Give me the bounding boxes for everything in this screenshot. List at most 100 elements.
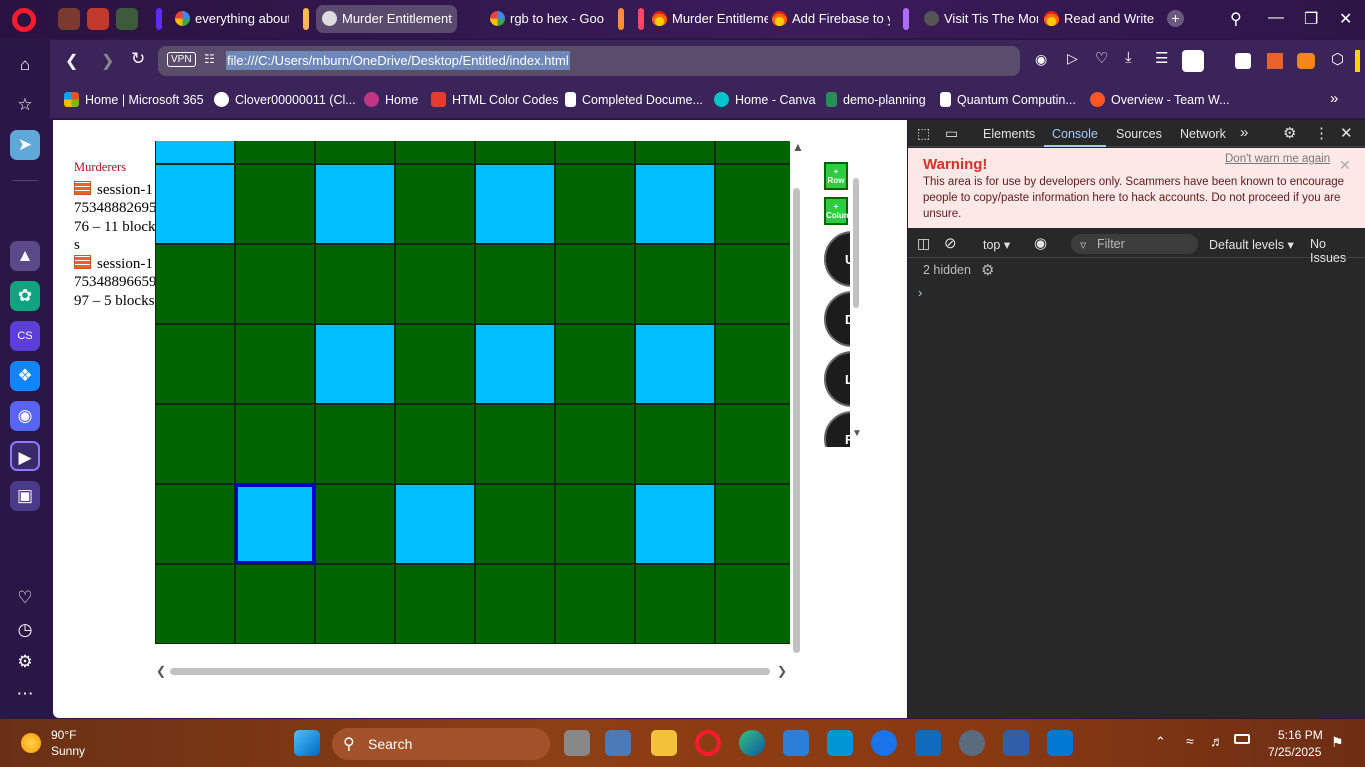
- down-button[interactable]: Down: [824, 291, 850, 347]
- grid-cell[interactable]: [475, 484, 555, 564]
- grid-cell[interactable]: [235, 404, 315, 484]
- bookmark-item[interactable]: Quantum Computin...: [940, 92, 1076, 107]
- task-view-icon[interactable]: [564, 730, 590, 756]
- grid-cell[interactable]: [155, 564, 235, 644]
- grid-cell[interactable]: [395, 484, 475, 564]
- grid-cell[interactable]: [475, 244, 555, 324]
- tab-everything-about[interactable]: everything about: [169, 5, 289, 33]
- bookmark-item[interactable]: Clover00000011 (Cl...: [214, 92, 356, 107]
- outlook-icon[interactable]: [915, 730, 941, 756]
- tab-murder-entitlement-firebase[interactable]: Murder Entitleme: [646, 5, 768, 33]
- weather-condition[interactable]: Sunny: [51, 744, 85, 758]
- extension-icon[interactable]: [1355, 50, 1360, 72]
- log-levels-select[interactable]: Default levels ▾: [1209, 237, 1294, 252]
- device-toolbar-icon[interactable]: ▭: [945, 125, 958, 142]
- grid-cell[interactable]: [635, 244, 715, 324]
- console-prompt[interactable]: ›: [918, 285, 922, 300]
- taskbar-search[interactable]: ⚲ Search: [332, 728, 550, 760]
- grid-cell[interactable]: [475, 564, 555, 644]
- grid-cell[interactable]: [635, 141, 715, 164]
- close-devtools-icon[interactable]: ✕: [1340, 124, 1353, 142]
- player-icon[interactable]: ▶: [10, 441, 40, 471]
- inspect-icon[interactable]: ⬚: [917, 125, 930, 142]
- clock-time[interactable]: 5:16 PM: [1278, 728, 1323, 742]
- tab-read-and-write[interactable]: Read and Write D: [1038, 5, 1156, 33]
- extension-icon[interactable]: [1182, 50, 1204, 72]
- download-icon[interactable]: ⤓: [1125, 49, 1132, 66]
- chatgpt-icon[interactable]: ✿: [10, 281, 40, 311]
- notepad-icon[interactable]: [1003, 730, 1029, 756]
- tab-console[interactable]: Console: [1052, 127, 1098, 141]
- grid-cell[interactable]: [715, 244, 790, 324]
- grid-cell[interactable]: [155, 141, 235, 164]
- pinned-tab-icon[interactable]: [87, 8, 109, 30]
- grid-cell[interactable]: [555, 164, 635, 244]
- address-bar[interactable]: VPN ☷ file:///C:/Users/mburn/OneDrive/De…: [158, 46, 1020, 76]
- tab-elements[interactable]: Elements: [983, 127, 1035, 141]
- bookmark-item[interactable]: Home: [364, 92, 418, 107]
- add-row-button[interactable]: + Row: [824, 162, 848, 190]
- star-icon[interactable]: ☆: [10, 90, 40, 120]
- grid-cell[interactable]: [235, 484, 315, 564]
- grid-cell[interactable]: [395, 164, 475, 244]
- grid-cell[interactable]: [395, 244, 475, 324]
- store-icon[interactable]: [783, 730, 809, 756]
- heart-icon[interactable]: ♡: [10, 583, 40, 613]
- forward-button[interactable]: ❯: [101, 51, 114, 71]
- grid-cell[interactable]: [235, 564, 315, 644]
- grid-cell[interactable]: [635, 564, 715, 644]
- more-icon[interactable]: ⋯: [10, 679, 40, 709]
- scroll-up-arrow[interactable]: ▲: [792, 140, 804, 154]
- dont-warn-link[interactable]: Don't warn me again: [1225, 151, 1330, 167]
- notifications-icon[interactable]: ⚑: [1331, 734, 1344, 751]
- restore-button[interactable]: ❐: [1304, 9, 1318, 29]
- bookmark-item[interactable]: Home | Microsoft 365: [64, 92, 204, 107]
- live-expression-eye-icon[interactable]: ◉: [1034, 234, 1047, 252]
- tab-add-firebase[interactable]: Add Firebase to y: [766, 5, 890, 33]
- rocket-icon[interactable]: ➤: [10, 130, 40, 160]
- grid-cell[interactable]: [475, 404, 555, 484]
- opera-logo-icon[interactable]: [12, 8, 36, 32]
- grid-cell[interactable]: [395, 404, 475, 484]
- controls-scroll-down-arrow[interactable]: ▼: [852, 428, 862, 439]
- myhp-icon[interactable]: [827, 730, 853, 756]
- discord-icon[interactable]: ◉: [10, 401, 40, 431]
- heart-icon[interactable]: ♡: [1095, 49, 1108, 67]
- back-button[interactable]: ❮: [65, 51, 78, 71]
- add-column-button[interactable]: + Column: [824, 197, 850, 225]
- grid-cell[interactable]: [635, 404, 715, 484]
- more-options-icon[interactable]: ⋮: [1314, 124, 1329, 142]
- grid-cell[interactable]: [715, 404, 790, 484]
- more-tabs-icon[interactable]: »: [1240, 124, 1248, 141]
- pinned-tab-icon[interactable]: [58, 8, 80, 30]
- close-window-button[interactable]: ✕: [1339, 9, 1352, 29]
- easy-setup-icon[interactable]: ☰: [1155, 49, 1168, 67]
- search-tabs-icon[interactable]: ⚲: [1230, 9, 1242, 29]
- tab-network[interactable]: Network: [1180, 127, 1226, 141]
- grid-cell[interactable]: [715, 164, 790, 244]
- reload-button[interactable]: ↻: [131, 49, 145, 69]
- sun-icon[interactable]: [21, 733, 41, 753]
- grid-cell[interactable]: [555, 324, 635, 404]
- cs-icon[interactable]: CS: [10, 321, 40, 351]
- grid-cell[interactable]: [715, 564, 790, 644]
- grid-cell[interactable]: [395, 324, 475, 404]
- grid-cell[interactable]: [315, 164, 395, 244]
- more-bookmarks-icon[interactable]: »: [1330, 90, 1338, 107]
- tab-rgb-to-hex[interactable]: rgb to hex - Goo: [484, 5, 604, 33]
- edge-icon[interactable]: [739, 730, 765, 756]
- send-icon[interactable]: ▷: [1067, 50, 1078, 67]
- snapshot-icon[interactable]: ◉: [1035, 51, 1047, 68]
- aria-icon[interactable]: ▲: [10, 241, 40, 271]
- grid-cell[interactable]: [315, 484, 395, 564]
- grid-cell[interactable]: [715, 484, 790, 564]
- bookmark-item[interactable]: Overview - Team W...: [1090, 92, 1230, 107]
- vpn-badge[interactable]: VPN: [167, 52, 196, 67]
- grid-cell[interactable]: [555, 404, 635, 484]
- grid-cell[interactable]: [715, 324, 790, 404]
- settings-icon[interactable]: ⚙: [1283, 124, 1296, 142]
- grid-cell[interactable]: [395, 564, 475, 644]
- grid-cell[interactable]: [235, 324, 315, 404]
- grid-horizontal-scrollbar[interactable]: [170, 668, 770, 675]
- file-explorer-icon[interactable]: [651, 730, 677, 756]
